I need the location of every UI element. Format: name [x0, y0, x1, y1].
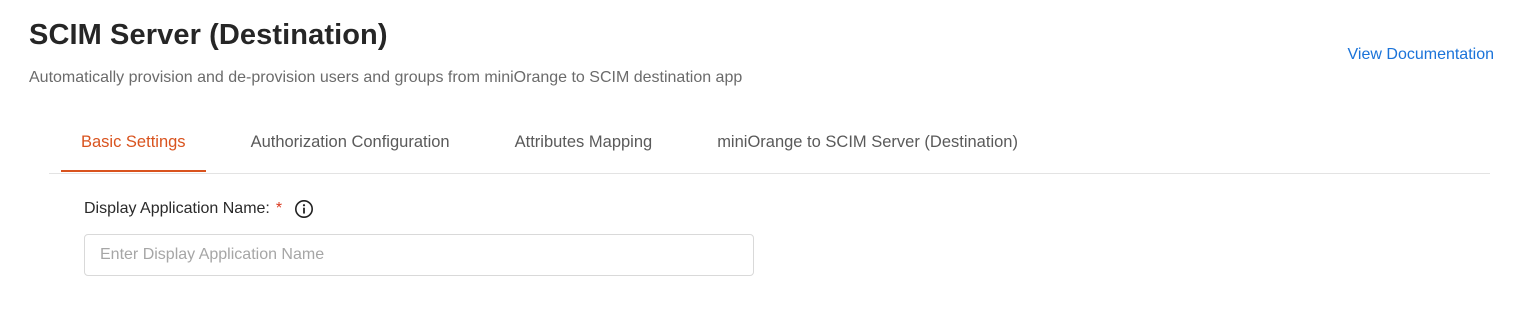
view-documentation-link[interactable]: View Documentation: [1348, 46, 1494, 64]
display-application-name-label-row: Display Application Name: *: [84, 199, 314, 219]
tab-miniorange-to-scim-server[interactable]: miniOrange to SCIM Server (Destination): [697, 116, 1038, 168]
tab-bar: Basic Settings Authorization Configurati…: [49, 116, 1490, 174]
tab-authorization-configuration[interactable]: Authorization Configuration: [231, 116, 470, 168]
info-circle-icon[interactable]: [294, 199, 314, 219]
tab-basic-settings[interactable]: Basic Settings: [61, 116, 206, 172]
tab-attributes-mapping[interactable]: Attributes Mapping: [495, 116, 673, 168]
scim-server-page: SCIM Server (Destination) Automatically …: [0, 0, 1530, 327]
display-application-name-label: Display Application Name:: [84, 200, 270, 217]
display-application-name-input[interactable]: [84, 234, 754, 276]
page-title: SCIM Server (Destination): [29, 19, 388, 51]
required-indicator: *: [275, 200, 283, 217]
page-subtitle: Automatically provision and de-provision…: [29, 69, 743, 86]
